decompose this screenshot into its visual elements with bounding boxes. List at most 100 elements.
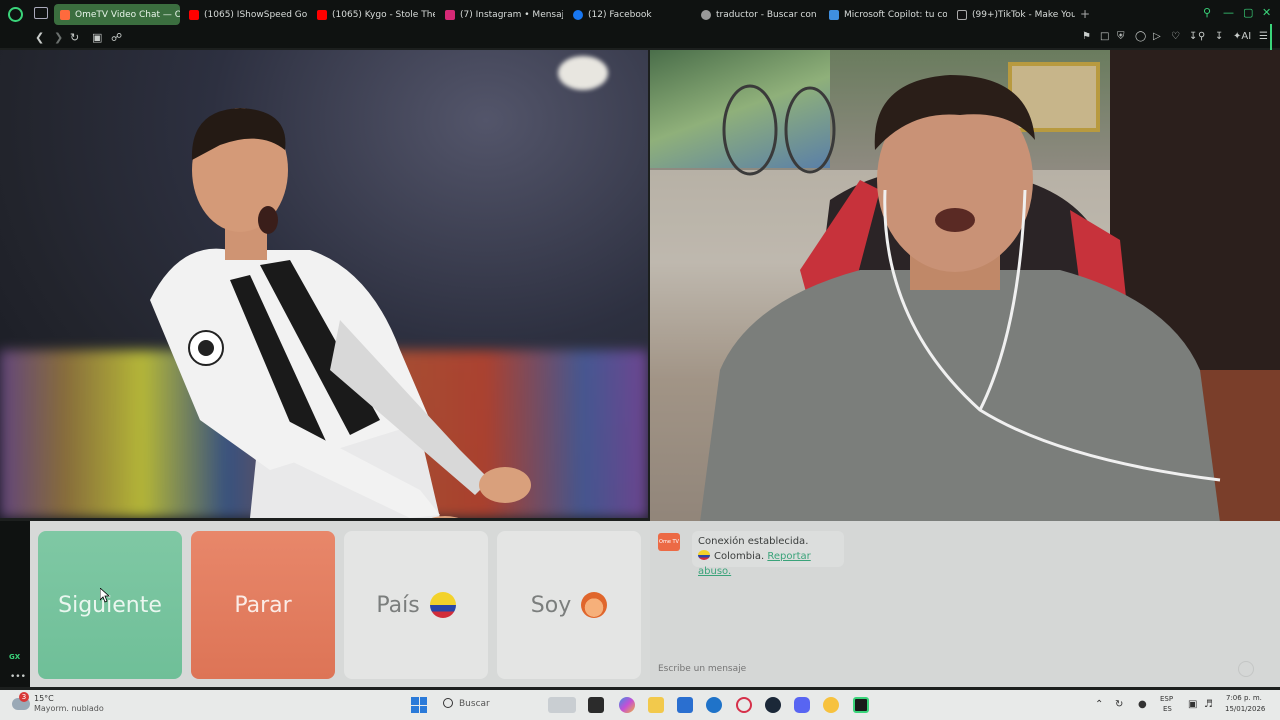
- chat-app-icon[interactable]: [823, 697, 839, 713]
- discord-icon[interactable]: [794, 697, 810, 713]
- clock-time[interactable]: 7:06 p. m.: [1226, 694, 1262, 702]
- extensions-icon[interactable]: ⚲: [1198, 31, 1205, 42]
- colombia-flag-icon: [429, 592, 456, 618]
- back-icon[interactable]: ❮: [35, 31, 44, 44]
- steam-icon[interactable]: [765, 697, 781, 713]
- minimize-icon[interactable]: —: [1223, 6, 1234, 19]
- browser-sidebar: [0, 521, 30, 687]
- tray-chevron-icon[interactable]: ⌃: [1095, 699, 1103, 710]
- windows-start-icon[interactable]: [411, 697, 427, 713]
- sidebar-more-icon[interactable]: •••: [10, 672, 26, 682]
- stranger-video: [0, 50, 648, 518]
- tab-strip: OmeTV Video Chat — Ome (1065) IShowSpeed…: [0, 0, 1280, 28]
- google-favicon-icon: [701, 9, 711, 20]
- gx-corner-button[interactable]: GX: [9, 653, 20, 661]
- browser-frame-accent: [1270, 24, 1272, 50]
- windows-taskbar: 3 15°C Mayorm. nublado Buscar ⌃ ↻ ● ESP …: [0, 690, 1280, 720]
- save-icon[interactable]: ↧: [1215, 31, 1223, 42]
- edge-icon[interactable]: [706, 697, 722, 713]
- browser-window: OmeTV Video Chat — Ome (1065) IShowSpeed…: [0, 0, 1280, 720]
- tab-tiktok[interactable]: (99+)TikTok - Make Your D: [951, 4, 1075, 25]
- tab-instagram[interactable]: (7) Instagram • Mensajes: [439, 4, 563, 25]
- tab-google-search[interactable]: traductor - Buscar con Go: [695, 4, 819, 25]
- weather-description[interactable]: Mayorm. nublado: [34, 704, 104, 713]
- stadium-light: [558, 56, 608, 90]
- country-filter-button[interactable]: País: [344, 531, 488, 679]
- stop-button-label: Parar: [234, 592, 292, 618]
- connection-status: Conexión establecida.: [698, 536, 809, 547]
- message-input[interactable]: [658, 661, 1218, 677]
- address-bar: ❮ ❯ ↻ ▣ ☍ ⚑ □ ⛨ ◯ ▷ ♡ ↧ ⚲ ↧ ✦AI ☰: [0, 28, 1280, 48]
- tab-youtube-kygo[interactable]: (1065) Kygo - Stole The Sl: [311, 4, 435, 25]
- network-icon[interactable]: ▣: [1188, 699, 1197, 710]
- chat-controls: Siguiente Parar País Soy: [30, 521, 650, 687]
- colombia-flag-icon: [698, 550, 710, 560]
- boy-avatar-icon: [581, 592, 608, 618]
- chat-panel: Ome TV Conexión establecida. Colombia. R…: [650, 521, 1260, 687]
- gender-select-button[interactable]: Soy: [497, 531, 641, 679]
- new-tab-button[interactable]: +: [1080, 7, 1090, 21]
- folder-icon[interactable]: [648, 697, 664, 713]
- copilot-icon[interactable]: [619, 697, 635, 713]
- tray-sync-icon[interactable]: ↻: [1115, 699, 1123, 710]
- download-icon[interactable]: ↧: [1189, 31, 1197, 42]
- obs-icon[interactable]: [853, 697, 869, 713]
- partner-country-line: Colombia. Reportar abuso.: [698, 549, 838, 579]
- emoji-icon[interactable]: [1238, 661, 1254, 677]
- tab-youtube-ishowspeed[interactable]: (1065) IShowSpeed Goes: [183, 4, 307, 25]
- opera-gx-logo-icon[interactable]: [8, 7, 23, 22]
- youtube-favicon-icon: [189, 9, 199, 20]
- tiktok-favicon-icon: [957, 9, 967, 20]
- facebook-favicon-icon: [573, 9, 583, 20]
- youtube-favicon-icon: [317, 9, 327, 20]
- search-tabs-icon[interactable]: ⚲: [1203, 6, 1211, 19]
- close-icon[interactable]: ✕: [1262, 6, 1271, 19]
- menu-icon[interactable]: ☰: [1259, 31, 1268, 42]
- tray-mic-icon[interactable]: ●: [1138, 699, 1147, 710]
- tab-ometv[interactable]: OmeTV Video Chat — Ome: [54, 4, 180, 25]
- tab-label: Microsoft Copilot: tu comp: [844, 9, 947, 20]
- heart-icon[interactable]: ♡: [1171, 31, 1180, 42]
- tab-label: (1065) IShowSpeed Goes: [204, 9, 307, 20]
- shield-icon[interactable]: ⛨: [1117, 31, 1125, 42]
- weather-temperature[interactable]: 15°C: [34, 694, 54, 703]
- keyboard-layout[interactable]: ES: [1163, 705, 1172, 713]
- instagram-favicon-icon: [445, 9, 455, 20]
- next-button-label: Siguiente: [58, 592, 162, 618]
- camera-icon[interactable]: ▣: [92, 31, 102, 44]
- tab-facebook[interactable]: (12) Facebook: [567, 4, 691, 25]
- user-image: [700, 75, 1221, 522]
- language-code[interactable]: ESP: [1160, 695, 1173, 703]
- vpn-icon[interactable]: ◯: [1135, 31, 1146, 42]
- partner-country: Colombia.: [714, 551, 765, 562]
- file-explorer-alt-icon[interactable]: [588, 697, 604, 713]
- stop-button[interactable]: Parar: [191, 531, 335, 679]
- volume-icon[interactable]: ♬: [1204, 699, 1213, 710]
- workspaces-icon[interactable]: [34, 7, 48, 19]
- opera-gx-taskbar-icon[interactable]: [736, 697, 752, 713]
- ai-assistant-icon[interactable]: ✦AI: [1233, 31, 1251, 42]
- self-video: [650, 50, 1280, 522]
- tab-copilot[interactable]: Microsoft Copilot: tu comp: [823, 4, 947, 25]
- tab-label: traductor - Buscar con Go: [716, 9, 819, 20]
- country-button-label: País: [376, 592, 420, 618]
- store-icon[interactable]: [677, 697, 693, 713]
- search-highlight-icon[interactable]: [548, 697, 576, 713]
- lock-icon[interactable]: ☍: [111, 31, 122, 44]
- snapshot-icon[interactable]: □: [1100, 31, 1109, 42]
- tab-label: (7) Instagram • Mensajes: [460, 9, 563, 20]
- copilot-favicon-icon: [829, 9, 839, 20]
- taskbar-search[interactable]: Buscar: [459, 699, 490, 709]
- forward-icon[interactable]: ❯: [54, 31, 63, 44]
- next-button[interactable]: Siguiente: [38, 531, 182, 679]
- tab-label: (99+)TikTok - Make Your D: [972, 9, 1075, 20]
- system-message: Conexión establecida. Colombia. Reportar…: [692, 531, 844, 577]
- ometv-logo-icon: Ome TV: [658, 533, 680, 551]
- play-icon[interactable]: ▷: [1153, 31, 1161, 42]
- reload-icon[interactable]: ↻: [70, 31, 79, 44]
- search-icon[interactable]: [443, 698, 453, 708]
- clock-date[interactable]: 15/01/2026: [1225, 705, 1265, 713]
- bookmark-icon[interactable]: ⚑: [1082, 31, 1091, 42]
- tab-label: OmeTV Video Chat — Ome: [75, 9, 180, 20]
- maximize-icon[interactable]: ▢: [1243, 6, 1253, 19]
